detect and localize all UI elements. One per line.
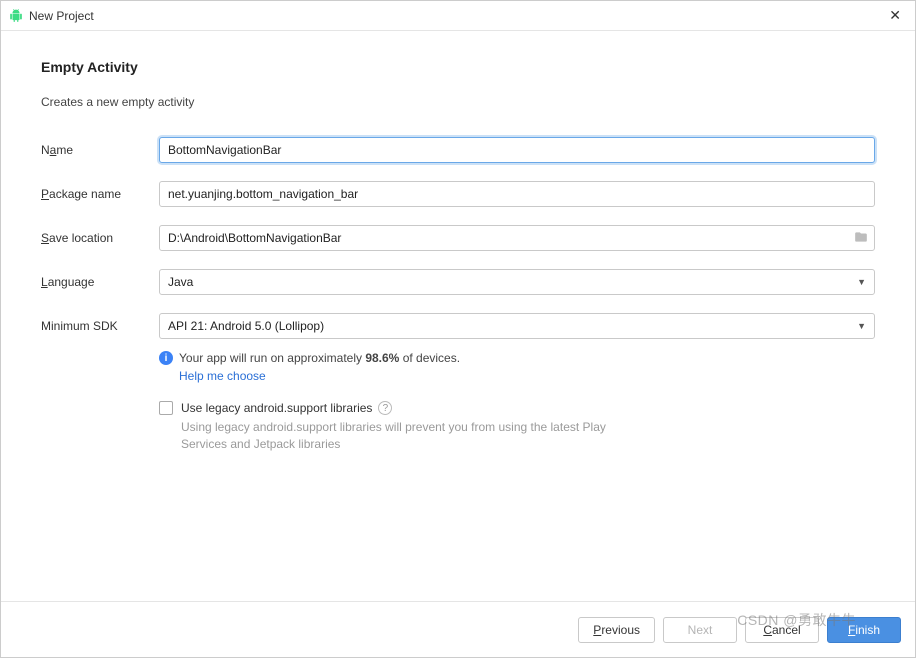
language-select[interactable]: Java ▼ — [159, 269, 875, 295]
next-button: Next — [663, 617, 737, 643]
dialog-footer: Previous Next Cancel Finish — [1, 601, 915, 657]
window-title: New Project — [29, 9, 94, 23]
info-icon: i — [159, 351, 173, 365]
page-subtitle: Creates a new empty activity — [41, 95, 875, 109]
minimum-sdk-label: Minimum SDK — [41, 319, 159, 333]
legacy-support-label: Use legacy android.support libraries — [181, 401, 372, 415]
dialog-content: Empty Activity Creates a new empty activ… — [1, 31, 915, 601]
minimum-sdk-value: API 21: Android 5.0 (Lollipop) — [168, 319, 324, 333]
legacy-support-checkbox[interactable] — [159, 401, 173, 415]
finish-button[interactable]: Finish — [827, 617, 901, 643]
close-icon[interactable]: ✕ — [883, 7, 907, 24]
save-location-label: Save location — [41, 231, 159, 245]
help-me-choose-link[interactable]: Help me choose — [179, 369, 875, 383]
package-input[interactable] — [159, 181, 875, 207]
device-coverage-info: i Your app will run on approximately 98.… — [159, 351, 875, 365]
cancel-button[interactable]: Cancel — [745, 617, 819, 643]
titlebar: New Project ✕ — [1, 1, 915, 31]
name-label: Name — [41, 143, 159, 157]
folder-icon[interactable] — [853, 230, 869, 247]
chevron-down-icon: ▼ — [857, 321, 866, 331]
language-value: Java — [168, 275, 193, 289]
save-location-input[interactable] — [159, 225, 875, 251]
name-input[interactable] — [159, 137, 875, 163]
package-label: Package name — [41, 187, 159, 201]
minimum-sdk-select[interactable]: API 21: Android 5.0 (Lollipop) ▼ — [159, 313, 875, 339]
legacy-support-description: Using legacy android.support libraries w… — [181, 419, 641, 453]
android-icon — [9, 9, 23, 23]
help-icon[interactable]: ? — [378, 401, 392, 415]
chevron-down-icon: ▼ — [857, 277, 866, 287]
previous-button[interactable]: Previous — [578, 617, 655, 643]
new-project-dialog: New Project ✕ Empty Activity Creates a n… — [0, 0, 916, 658]
language-label: Language — [41, 275, 159, 289]
page-title: Empty Activity — [41, 59, 875, 75]
